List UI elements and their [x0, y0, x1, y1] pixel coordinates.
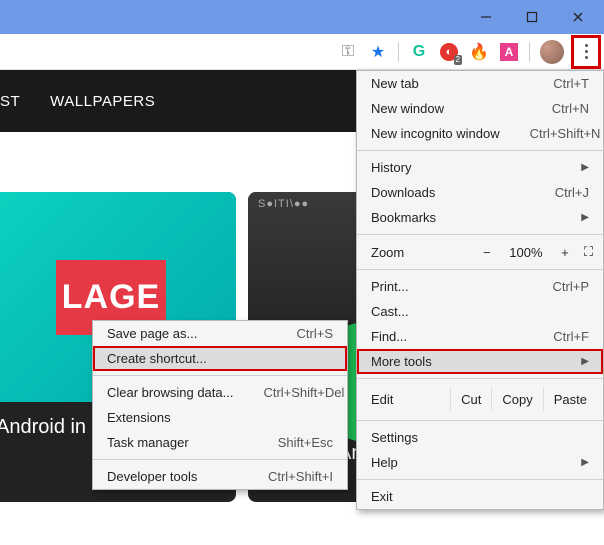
- extension-grammarly-icon[interactable]: G: [409, 42, 429, 62]
- chevron-right-icon: ▶: [581, 356, 589, 367]
- chrome-main-menu: New tabCtrl+T New windowCtrl+N New incog…: [356, 70, 604, 510]
- chevron-right-icon: ▶: [581, 162, 589, 173]
- nav-item[interactable]: ST: [0, 83, 20, 120]
- chevron-right-icon: ▶: [581, 212, 589, 223]
- menu-item-extensions[interactable]: Extensions: [93, 405, 347, 430]
- zoom-label: Zoom: [371, 245, 404, 260]
- zoom-in-button[interactable]: +: [554, 245, 576, 260]
- zoom-out-button[interactable]: −: [476, 245, 498, 260]
- fullscreen-icon[interactable]: ⛶: [584, 244, 593, 260]
- menu-separator: [357, 420, 603, 421]
- extension-adblock-icon[interactable]: ◐ 2: [439, 42, 459, 62]
- chrome-menu-button[interactable]: [574, 38, 598, 66]
- menu-item-settings[interactable]: Settings: [357, 425, 603, 450]
- close-button[interactable]: [556, 2, 600, 32]
- menu-item-incognito[interactable]: New incognito windowCtrl+Shift+N: [357, 121, 603, 146]
- zoom-value: 100%: [506, 245, 546, 260]
- toolbar-divider: [398, 42, 399, 62]
- bookmark-star-icon[interactable]: ★: [368, 42, 388, 62]
- maximize-button[interactable]: [510, 2, 554, 32]
- key-icon[interactable]: ⚿: [338, 42, 358, 62]
- edit-label: Edit: [371, 392, 393, 407]
- extension-flame-icon[interactable]: 🔥: [469, 42, 489, 62]
- window-titlebar: [0, 0, 604, 34]
- menu-separator: [357, 378, 603, 379]
- menu-item-new-window[interactable]: New windowCtrl+N: [357, 96, 603, 121]
- browser-toolbar: ⚿ ★ G ◐ 2 🔥 A: [0, 34, 604, 70]
- menu-separator: [357, 234, 603, 235]
- menu-item-history[interactable]: History▶: [357, 155, 603, 180]
- menu-separator: [357, 269, 603, 270]
- menu-separator: [357, 479, 603, 480]
- menu-zoom-row: Zoom − 100% + ⛶: [357, 239, 603, 265]
- menu-item-clear-data[interactable]: Clear browsing data...Ctrl+Shift+Del: [93, 380, 347, 405]
- profile-avatar[interactable]: [540, 40, 564, 64]
- toolbar-divider: [529, 42, 530, 62]
- menu-separator: [93, 459, 347, 460]
- menu-item-developer-tools[interactable]: Developer toolsCtrl+Shift+I: [93, 464, 347, 489]
- edit-cut-button[interactable]: Cut: [450, 388, 491, 411]
- more-tools-submenu: Save page as...Ctrl+S Create shortcut...…: [92, 320, 348, 490]
- menu-item-save-page[interactable]: Save page as...Ctrl+S: [93, 321, 347, 346]
- menu-item-print[interactable]: Print...Ctrl+P: [357, 274, 603, 299]
- extension-a-icon[interactable]: A: [499, 42, 519, 62]
- chevron-right-icon: ▶: [581, 457, 589, 468]
- menu-item-cast[interactable]: Cast...: [357, 299, 603, 324]
- menu-edit-row: Edit Cut Copy Paste: [357, 383, 603, 416]
- edit-paste-button[interactable]: Paste: [543, 388, 597, 411]
- menu-item-new-tab[interactable]: New tabCtrl+T: [357, 71, 603, 96]
- menu-item-task-manager[interactable]: Task managerShift+Esc: [93, 430, 347, 455]
- extension-badge: 2: [454, 55, 462, 65]
- menu-item-more-tools[interactable]: More tools▶: [357, 349, 603, 374]
- card-corner-text: S●ITI\●●: [258, 198, 309, 210]
- edit-copy-button[interactable]: Copy: [491, 388, 542, 411]
- menu-separator: [93, 375, 347, 376]
- nav-item-wallpapers[interactable]: WALLPAPERS: [50, 83, 155, 120]
- menu-item-downloads[interactable]: DownloadsCtrl+J: [357, 180, 603, 205]
- menu-item-exit[interactable]: Exit: [357, 484, 603, 509]
- menu-separator: [357, 150, 603, 151]
- menu-item-help[interactable]: Help▶: [357, 450, 603, 475]
- menu-item-bookmarks[interactable]: Bookmarks▶: [357, 205, 603, 230]
- menu-item-find[interactable]: Find...Ctrl+F: [357, 324, 603, 349]
- minimize-button[interactable]: [464, 2, 508, 32]
- menu-item-create-shortcut[interactable]: Create shortcut...: [93, 346, 347, 371]
